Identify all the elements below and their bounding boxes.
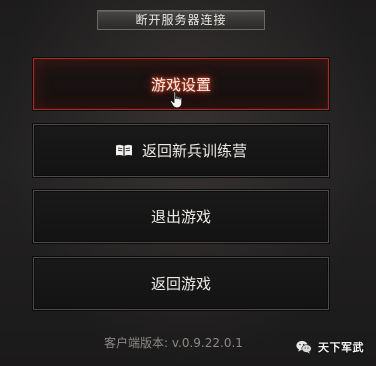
client-version-text: 客户端版本: v.0.9.22.0.1: [104, 336, 243, 350]
return-to-boot-camp-label: 返回新兵训练营: [141, 142, 247, 160]
exit-game-button[interactable]: 退出游戏: [33, 190, 329, 243]
book-icon: [115, 144, 133, 157]
return-to-game-label: 返回游戏: [150, 275, 211, 293]
disconnect-server-button[interactable]: 断开服务器连接: [97, 10, 265, 30]
watermark: 天下军武: [296, 338, 364, 356]
exit-game-label: 退出游戏: [150, 208, 211, 226]
watermark-text: 天下军武: [318, 341, 364, 354]
game-menu-panel: 断开服务器连接 游戏设置 返回新兵训练营 退出游戏 返回游戏 客户端版本: v.…: [0, 0, 376, 366]
return-to-game-button[interactable]: 返回游戏: [33, 257, 329, 310]
return-to-boot-camp-button[interactable]: 返回新兵训练营: [33, 124, 329, 177]
hand-cursor-icon: [169, 91, 185, 109]
wechat-icon: [296, 340, 312, 354]
disconnect-server-label: 断开服务器连接: [135, 13, 227, 27]
